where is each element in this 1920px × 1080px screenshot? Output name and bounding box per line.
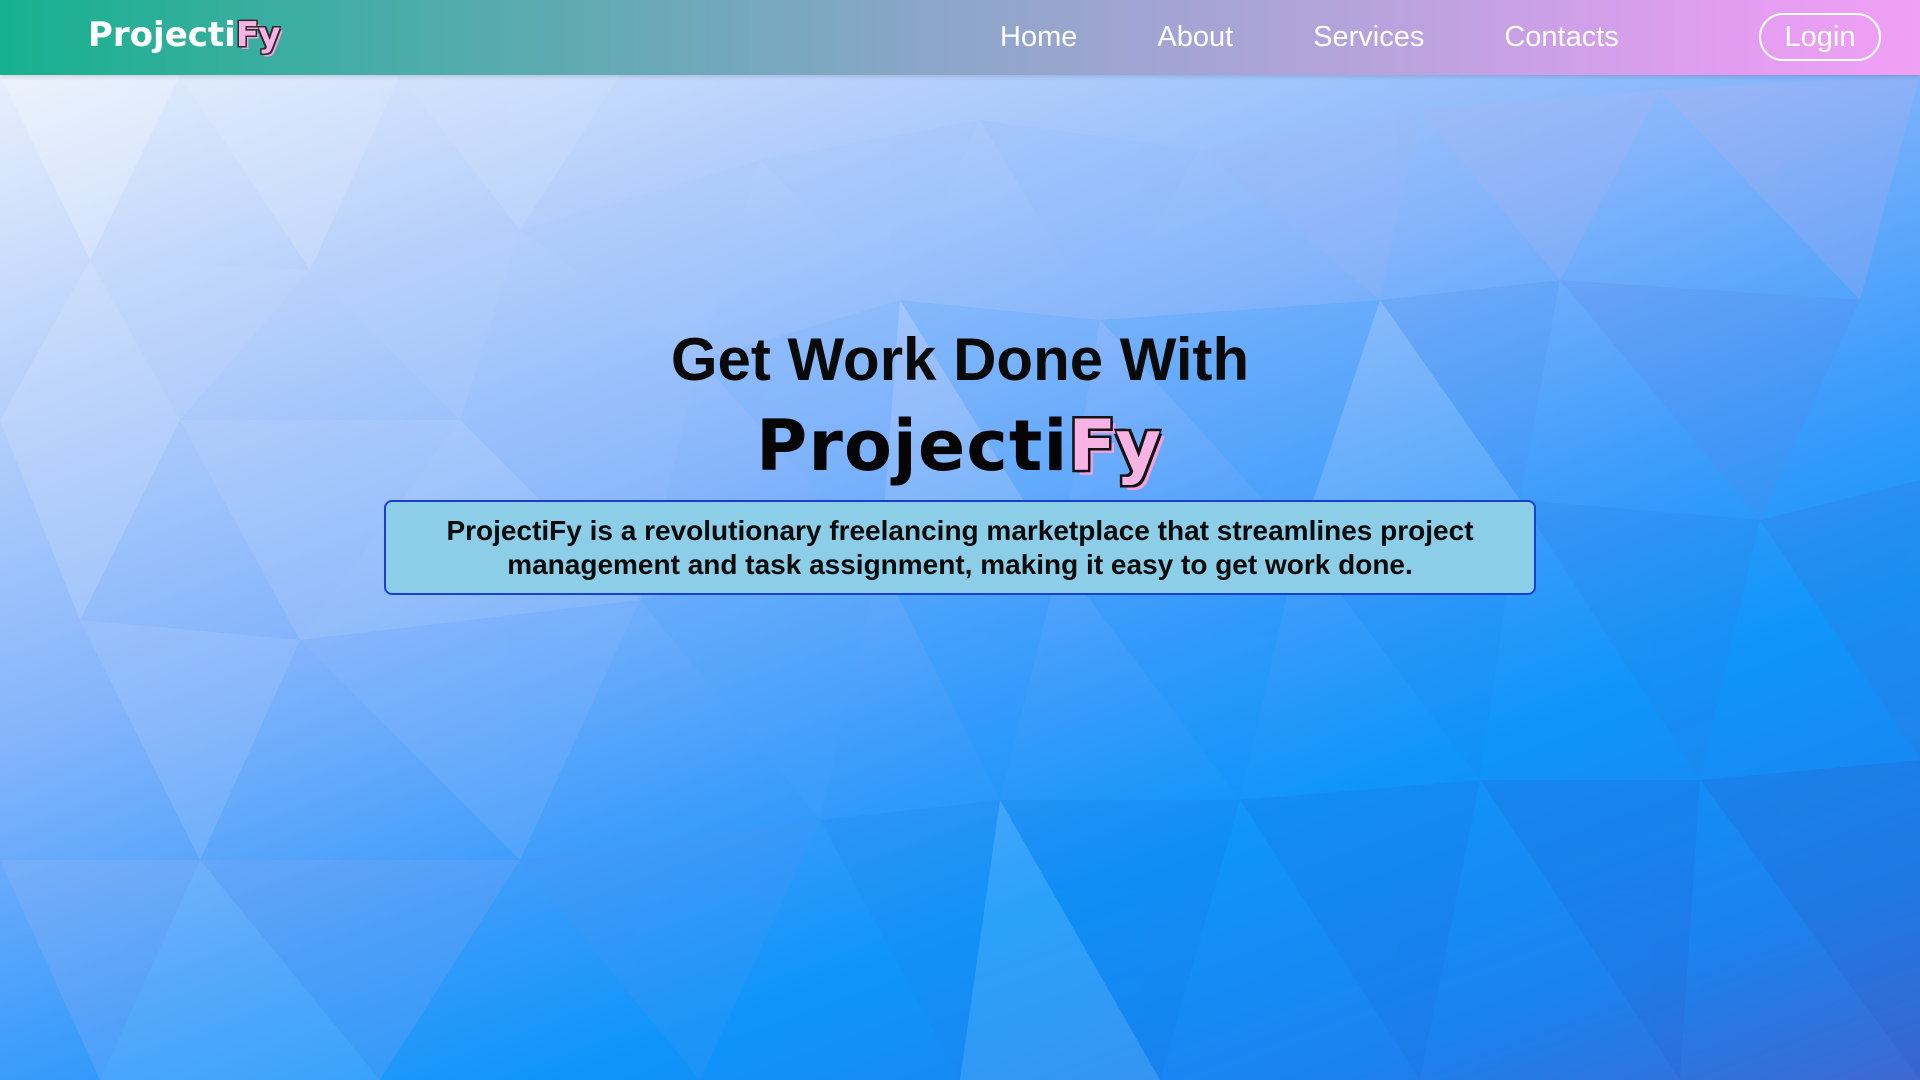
brand-logo[interactable]: ProjectiFy [88,12,281,58]
nav-links: Home About Services Contacts [1000,0,1699,75]
hero-heading: Get Work Done With [670,326,1250,393]
nav-link-contacts[interactable]: Contacts [1504,21,1618,54]
login-button[interactable]: Login [1759,13,1881,61]
hero-brand-title: ProjectiFy [0,400,1920,492]
hero-description-box: ProjectiFy is a revolutionary freelancin… [384,500,1536,595]
nav-link-home[interactable]: Home [1000,21,1077,54]
nav-link-about[interactable]: About [1157,21,1233,54]
top-navbar: ProjectiFy Home About Services Contacts … [0,0,1920,75]
brand-logo-main: Projecti [88,15,236,55]
nav-link-services[interactable]: Services [1313,21,1424,54]
hero-brand-accent: Fy [1068,405,1164,487]
hero-brand-main: Projecti [756,405,1069,487]
brand-logo-accent: Fy [235,15,282,55]
hero-description-text: ProjectiFy is a revolutionary freelancin… [446,514,1474,580]
hero-section: Get Work Done With ProjectiFy [0,320,1920,492]
